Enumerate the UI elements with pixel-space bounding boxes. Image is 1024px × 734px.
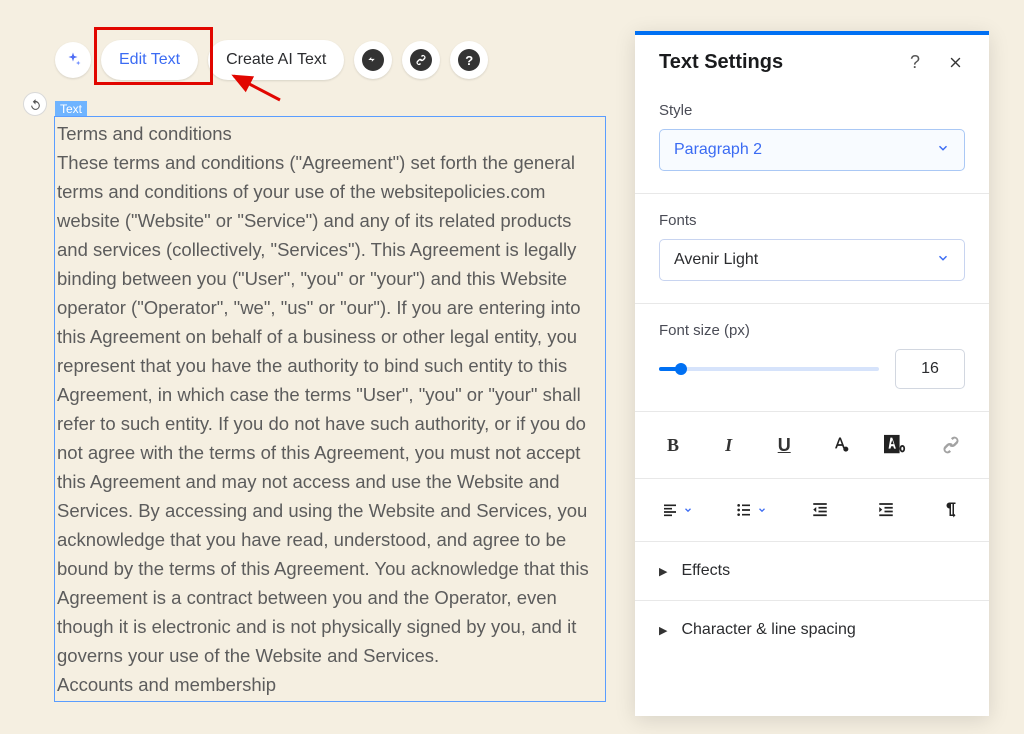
fonts-value: Avenir Light — [674, 251, 758, 269]
triangle-right-icon: ▶ — [659, 624, 667, 637]
help-button[interactable]: ? — [450, 41, 488, 79]
link-text-button[interactable] — [939, 434, 963, 456]
chevron-down-icon — [936, 251, 950, 270]
highlight-icon — [883, 434, 907, 456]
indent-increase-icon — [876, 501, 896, 519]
bold-button[interactable]: B — [661, 434, 685, 456]
list-button[interactable] — [735, 502, 767, 518]
effects-label: Effects — [681, 562, 730, 580]
ai-sparkle-button[interactable] — [55, 42, 91, 78]
style-dropdown[interactable]: Paragraph 2 — [659, 129, 965, 171]
question-icon: ? — [458, 49, 480, 71]
link-icon — [941, 435, 961, 455]
text-color-icon — [829, 435, 851, 455]
annotation-highlight-edit-text — [94, 27, 213, 85]
style-value: Paragraph 2 — [674, 141, 762, 159]
link-icon — [410, 49, 432, 71]
fontsize-section: Font size (px) — [635, 304, 989, 412]
text-direction-button[interactable] — [939, 501, 963, 519]
fonts-label: Fonts — [659, 212, 965, 229]
text-color-button[interactable] — [828, 434, 852, 456]
panel-help-button[interactable]: ? — [903, 52, 927, 73]
fontsize-label: Font size (px) — [659, 322, 965, 339]
element-type-label: Text — [55, 101, 87, 117]
rtl-icon — [942, 501, 960, 519]
chevron-down-icon — [936, 141, 950, 160]
text-settings-panel: Text Settings ? Style Paragraph 2 Fonts … — [635, 31, 989, 716]
text-content-block[interactable]: Terms and conditions These terms and con… — [54, 116, 606, 702]
effects-section-toggle[interactable]: ▶ Effects — [635, 542, 989, 601]
panel-title: Text Settings — [659, 51, 783, 74]
slider-thumb — [675, 363, 687, 375]
underline-button[interactable]: U — [772, 434, 796, 456]
chevron-down-icon — [683, 505, 693, 515]
fonts-dropdown[interactable]: Avenir Light — [659, 239, 965, 281]
fontsize-slider[interactable] — [659, 367, 879, 371]
format-row-2 — [635, 479, 989, 542]
chevron-down-icon — [757, 505, 767, 515]
spacing-section-toggle[interactable]: ▶ Character & line spacing — [635, 601, 989, 659]
panel-close-button[interactable] — [943, 52, 967, 73]
indent-decrease-button[interactable] — [808, 501, 832, 519]
style-section: Style Paragraph 2 — [635, 78, 989, 194]
triangle-right-icon: ▶ — [659, 565, 667, 578]
undo-icon — [29, 98, 42, 111]
fonts-section: Fonts Avenir Light — [635, 194, 989, 304]
highlight-button[interactable] — [883, 434, 907, 456]
spacing-label: Character & line spacing — [681, 621, 855, 639]
animation-button[interactable] — [354, 41, 392, 79]
close-icon — [948, 55, 963, 70]
link-button[interactable] — [402, 41, 440, 79]
bullet-list-icon — [735, 502, 753, 518]
format-row-1: B I U — [635, 412, 989, 479]
animation-icon — [362, 49, 384, 71]
fontsize-input[interactable] — [895, 349, 965, 389]
indent-decrease-icon — [810, 501, 830, 519]
style-label: Style — [659, 102, 965, 119]
indent-increase-button[interactable] — [874, 501, 898, 519]
sparkle-icon — [64, 51, 82, 69]
annotation-arrow — [228, 72, 288, 106]
italic-button[interactable]: I — [717, 434, 741, 456]
align-button[interactable] — [661, 502, 693, 518]
reset-button[interactable] — [23, 92, 47, 116]
align-left-icon — [661, 502, 679, 518]
panel-header: Text Settings ? — [635, 35, 989, 78]
